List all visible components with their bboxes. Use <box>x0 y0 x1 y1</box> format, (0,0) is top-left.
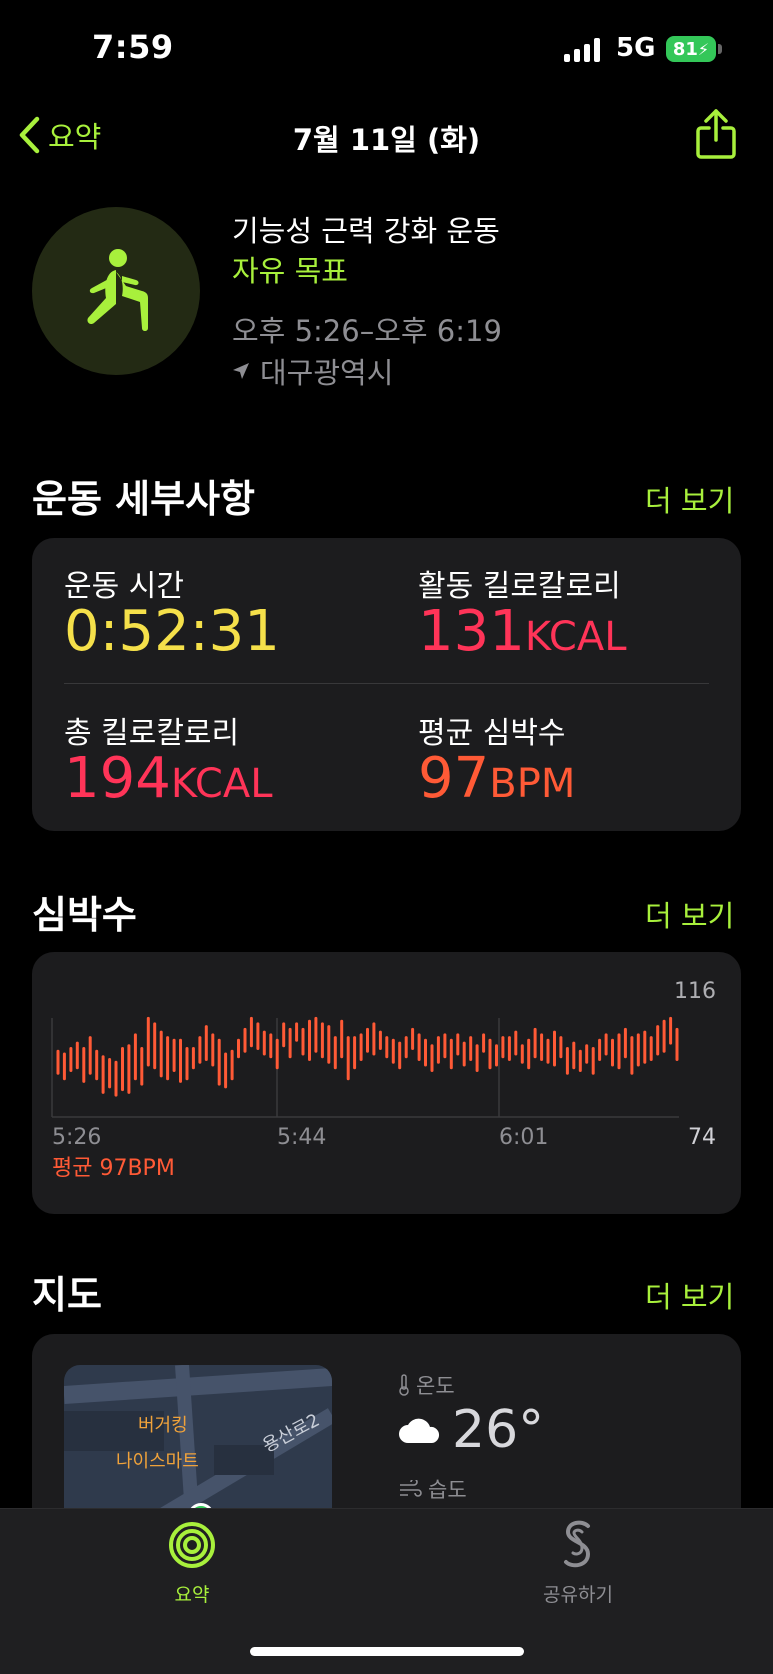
tab-summary-icon-wrap[interactable] <box>168 1521 216 1569</box>
heart-rate-more-link[interactable]: 더 보기 <box>645 893 734 935</box>
active-kcal-value: 131 <box>418 599 525 664</box>
active-kcal-unit: KCAL <box>524 614 627 660</box>
tab-summary[interactable]: 요약 <box>142 1580 242 1607</box>
humidity-icon <box>400 1480 422 1497</box>
map-poi-nicemart: 나이스마트 <box>116 1451 199 1472</box>
home-indicator[interactable] <box>250 1647 524 1656</box>
heart-rate-chart: 5:26 5:44 6:01 116 74 평균 97BPM <box>51 979 716 1181</box>
temperature-label: 온도 <box>398 1370 455 1400</box>
workout-type-avatar <box>32 207 200 375</box>
metrics-divider <box>64 683 709 684</box>
temperature-text: 26° <box>452 1400 545 1460</box>
details-more-link[interactable]: 더 보기 <box>645 478 734 520</box>
humidity-label-text: 습도 <box>428 1478 467 1502</box>
cloud-icon <box>399 1418 440 1443</box>
metric-value-duration: 0:52:31 <box>64 599 280 664</box>
battery-icon: 81 ⚡ <box>666 36 716 62</box>
tab-sharing[interactable]: 공유하기 <box>528 1580 628 1607</box>
total-kcal-unit: KCAL <box>170 761 273 807</box>
share-button[interactable] <box>695 108 737 164</box>
battery-tip <box>718 44 722 54</box>
chart-average-label: 평균 97BPM <box>52 1156 175 1181</box>
location-label: 대구광역시 <box>260 356 394 390</box>
workout-goal: 자유 목표 <box>232 254 348 288</box>
chart-x-tick-label: 6:01 <box>499 1125 548 1150</box>
chart-y-min-label: 74 <box>688 1125 716 1150</box>
status-time: 7:59 <box>92 28 174 66</box>
strength-training-icon <box>87 249 148 331</box>
total-kcal-value: 194 <box>64 746 171 811</box>
workout-location: 대구광역시 <box>232 350 393 392</box>
avg-hr-unit: BPM <box>489 761 576 807</box>
temperature-label-text: 온도 <box>416 1374 455 1398</box>
section-title-details: 운동 세부사항 <box>32 477 255 521</box>
metric-value-active-kcal: 131KCAL <box>418 599 627 664</box>
duration-value: 0:52:31 <box>64 599 280 664</box>
section-title-map: 지도 <box>32 1273 102 1317</box>
metric-value-avg-hr: 97BPM <box>418 746 575 811</box>
sharing-icon <box>564 1520 591 1568</box>
map-more-link[interactable]: 더 보기 <box>645 1274 734 1316</box>
location-arrow-icon <box>233 363 249 379</box>
temperature-value: 26° <box>398 1400 544 1460</box>
metric-value-total-kcal: 194KCAL <box>64 746 273 811</box>
page-title: 7월 11일 (화) <box>292 123 481 157</box>
thermometer-icon <box>399 1374 409 1396</box>
workout-time-range: 오후 5:26–오후 6:19 <box>232 314 502 348</box>
humidity-label: 습도 <box>398 1474 467 1504</box>
chart-y-max-label: 116 <box>674 979 716 1004</box>
map-poi-burgerking: 버거킹 <box>138 1415 188 1436</box>
workout-title: 기능성 근력 강화 운동 <box>232 214 500 248</box>
chart-x-tick-label: 5:44 <box>277 1125 326 1150</box>
section-title-heart-rate: 심박수 <box>32 893 137 937</box>
battery-level: 81 <box>672 38 698 60</box>
share-icon <box>696 109 736 159</box>
chart-x-tick-label: 5:26 <box>52 1125 101 1150</box>
tab-sharing-icon-wrap[interactable] <box>560 1518 596 1572</box>
route-map[interactable]: 버거킹 나이스마트 용산로2 <box>64 1365 332 1515</box>
network-type: 5G <box>616 33 656 63</box>
cellular-signal-icon <box>564 38 600 62</box>
activity-rings-icon <box>169 1522 215 1568</box>
avg-hr-value: 97 <box>418 746 490 811</box>
